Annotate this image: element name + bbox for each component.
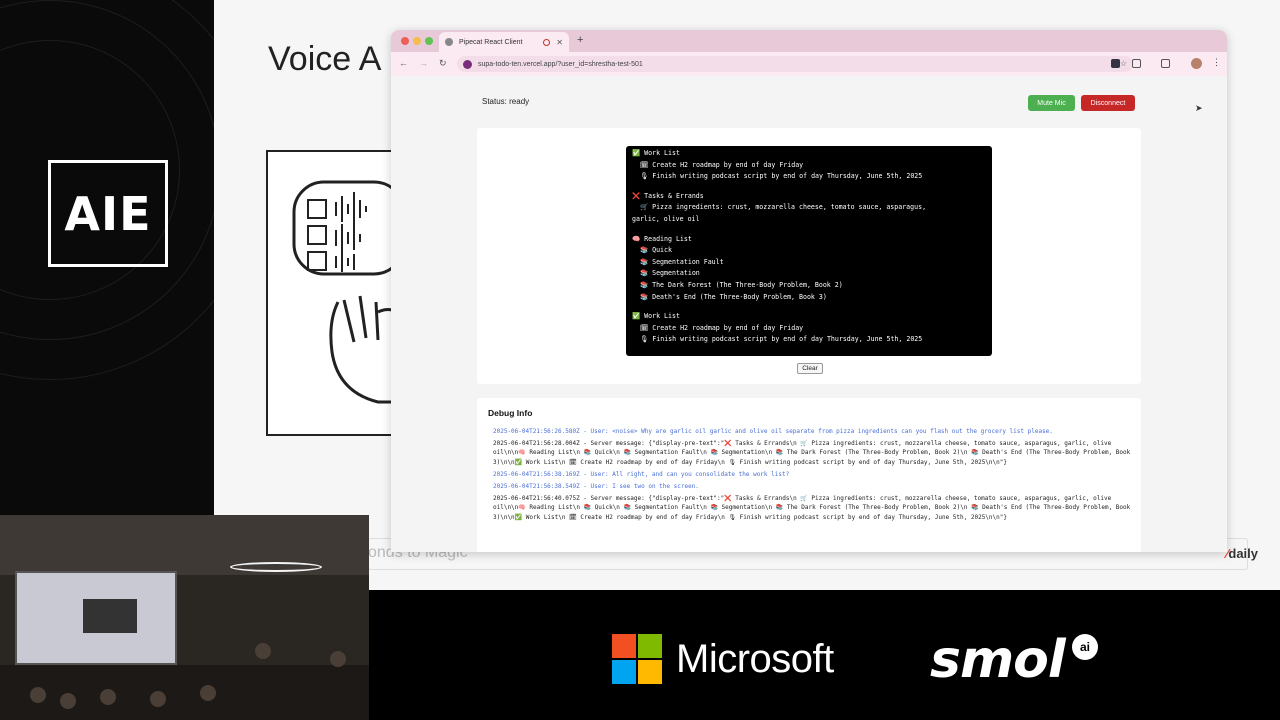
back-icon[interactable]: ← bbox=[399, 58, 408, 68]
address-bar: ← → ↻ supa-todo-ten.vercel.app/?user_id=… bbox=[391, 52, 1227, 76]
microsoft-logo: Microsoft bbox=[612, 634, 834, 684]
display-card: ✅ Work List 🗓 Create H2 roadmap by end o… bbox=[477, 128, 1141, 384]
ceiling-light bbox=[230, 562, 322, 572]
audience-area bbox=[0, 665, 369, 720]
speaker-head bbox=[330, 651, 346, 667]
display-line: 🧠 Reading List bbox=[632, 234, 692, 243]
display-line: ❌ Tasks & Errands bbox=[632, 191, 704, 200]
tab-bar: Pipecat React Client ✕ + bbox=[391, 30, 1227, 52]
web-page: Status: ready Mute Mic Disconnect ✅ Work… bbox=[391, 76, 1227, 552]
forward-icon[interactable]: → bbox=[419, 58, 428, 68]
display-line: 📚 Death's End (The Three-Body Problem, B… bbox=[632, 292, 827, 301]
tab-close-icon[interactable]: ✕ bbox=[556, 38, 563, 47]
speaker-webcam bbox=[0, 515, 369, 720]
audience-head bbox=[100, 689, 116, 705]
debug-panel: Debug Info 2025-06-04T21:56:26.580Z - Us… bbox=[477, 398, 1141, 552]
projector-screen bbox=[15, 571, 177, 665]
microsoft-wordmark: Microsoft bbox=[676, 636, 834, 681]
tab-title: Pipecat React Client bbox=[459, 38, 523, 46]
connection-status: Status: ready bbox=[482, 97, 530, 106]
smol-ai-badge: ai bbox=[1072, 634, 1098, 660]
minimize-window-icon[interactable] bbox=[413, 37, 421, 45]
debug-title: Debug Info bbox=[488, 408, 533, 418]
new-tab-icon[interactable]: + bbox=[577, 34, 583, 46]
bookmark-star-icon[interactable]: ☆ bbox=[1120, 59, 1127, 68]
display-line: 📚 Segmentation bbox=[632, 269, 700, 278]
recording-icon bbox=[543, 38, 551, 46]
browser-tab[interactable]: Pipecat React Client ✕ bbox=[439, 32, 569, 52]
display-line: 🎙 Finish writing podcast script by end o… bbox=[632, 172, 923, 181]
microsoft-windows-icon bbox=[612, 634, 662, 684]
mouse-cursor-icon: ➤ bbox=[1195, 103, 1203, 113]
url-text: supa-todo-ten.vercel.app/?user_id=shrest… bbox=[478, 60, 643, 68]
display-line: 📚 Segmentation Fault bbox=[632, 257, 724, 266]
disconnect-button[interactable]: Disconnect bbox=[1081, 95, 1135, 111]
tab-favicon-icon bbox=[445, 38, 453, 46]
debug-log: 2025-06-04T21:56:26.580Z - User: <noise>… bbox=[493, 427, 1133, 525]
debug-log-entry: 2025-06-04T21:56:40.075Z - Server messag… bbox=[493, 495, 1131, 521]
todo-display: ✅ Work List 🗓 Create H2 roadmap by end o… bbox=[626, 146, 992, 356]
debug-log-entry: 2025-06-04T21:56:28.004Z - Server messag… bbox=[493, 440, 1131, 466]
audience-head bbox=[30, 687, 46, 703]
display-line: garlic, olive oil bbox=[632, 214, 700, 223]
clear-button[interactable]: Clear bbox=[797, 363, 823, 374]
maximize-window-icon[interactable] bbox=[425, 37, 433, 45]
display-line: 🎙 Finish writing podcast script by end o… bbox=[632, 335, 923, 344]
url-field[interactable]: supa-todo-ten.vercel.app/?user_id=shrest… bbox=[457, 56, 1133, 72]
browser-window: Pipecat React Client ✕ + ← → ↻ supa-todo… bbox=[391, 30, 1227, 552]
speaker-head bbox=[255, 643, 271, 659]
display-line: 📚 Quick bbox=[632, 246, 672, 255]
daily-logo: ⁄daily bbox=[1226, 546, 1258, 561]
profile-avatar[interactable] bbox=[1191, 58, 1202, 69]
display-line: ✅ Work List bbox=[632, 149, 680, 157]
display-line: 📚 The Dark Forest (The Three-Body Proble… bbox=[632, 280, 843, 289]
display-line bbox=[632, 183, 986, 191]
extension-icon[interactable] bbox=[1111, 59, 1120, 68]
audience-head bbox=[60, 693, 76, 709]
audience-head bbox=[200, 685, 216, 701]
event-branding-panel: AIE bbox=[0, 0, 214, 515]
aie-logo: AIE bbox=[48, 160, 168, 267]
video-frame: AIE Voice A onds to Magic ⁄daily Pipecat… bbox=[0, 0, 1280, 720]
close-window-icon[interactable] bbox=[401, 37, 409, 45]
display-line bbox=[632, 226, 986, 234]
debug-log-entry: 2025-06-04T21:56:38.549Z - User: I see t… bbox=[493, 483, 699, 491]
display-line bbox=[632, 303, 986, 311]
cast-icon[interactable] bbox=[1161, 59, 1170, 68]
browser-menu-icon[interactable]: ⋮ bbox=[1212, 57, 1221, 68]
debug-log-entry: 2025-06-04T21:56:38.169Z - User: All rig… bbox=[493, 470, 790, 478]
display-line: 🗓 Create H2 roadmap by end of day Friday bbox=[632, 323, 804, 332]
smol-logo: smol bbox=[930, 630, 1066, 690]
display-line: ✅ Work List bbox=[632, 312, 680, 321]
site-info-icon[interactable] bbox=[463, 59, 472, 69]
reload-icon[interactable]: ↻ bbox=[439, 58, 447, 69]
debug-log-entry: 2025-06-04T21:56:26.580Z - User: <noise>… bbox=[493, 428, 1053, 435]
mute-mic-button[interactable]: Mute Mic bbox=[1028, 95, 1075, 111]
extensions-puzzle-icon[interactable] bbox=[1132, 59, 1141, 68]
display-line: 🛒 Pizza ingredients: crust, mozzarella c… bbox=[632, 203, 927, 212]
display-line: 🗓 Create H2 roadmap by end of day Friday bbox=[632, 160, 804, 169]
audience-head bbox=[150, 691, 166, 707]
slide-title: Voice A bbox=[268, 40, 382, 78]
